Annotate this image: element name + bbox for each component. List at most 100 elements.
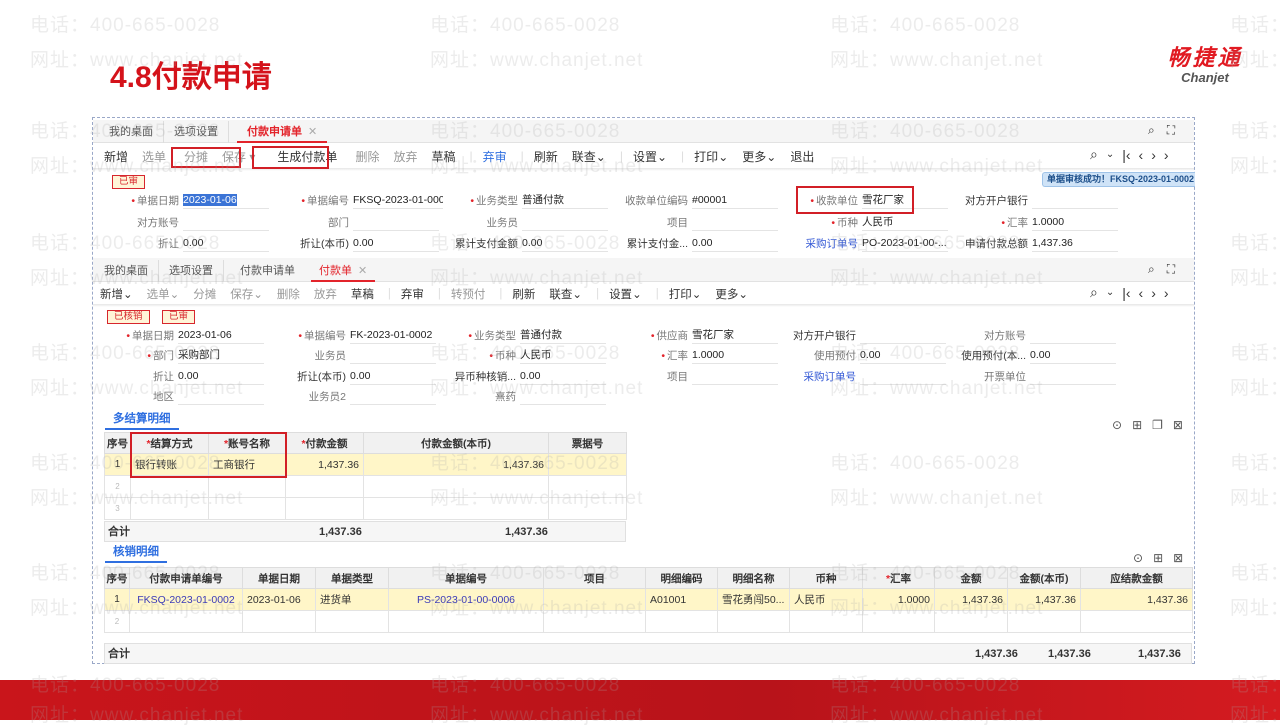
field-bank[interactable]: 对方开户银行 <box>760 325 946 345</box>
field-discount[interactable]: 折让 0.00 <box>83 233 269 253</box>
field-apply-total[interactable]: 申请付款总额 1,437.36 <box>932 233 1118 253</box>
cell[interactable] <box>363 475 549 498</box>
last-record-icon[interactable]: › <box>1164 285 1169 301</box>
field-project[interactable]: 项目 <box>592 212 778 232</box>
first-record-icon[interactable]: |‹ <box>1122 285 1130 301</box>
chevron-down-icon[interactable]: ⌄ <box>1106 287 1114 298</box>
cell-request-no[interactable] <box>129 610 243 633</box>
next-record-icon[interactable]: › <box>1151 285 1156 301</box>
copy-row-icon[interactable]: ❐ <box>1152 418 1163 432</box>
po-link[interactable]: 采购订单号 <box>760 369 860 384</box>
more-button[interactable]: 更多⌄ <box>742 148 776 165</box>
prev-record-icon[interactable]: ‹ <box>1139 285 1144 301</box>
cell[interactable] <box>548 497 627 520</box>
unaudit-button[interactable]: 弃审 <box>483 148 507 165</box>
cell[interactable] <box>285 475 364 498</box>
field-bank[interactable]: 对方开户银行 <box>932 190 1118 210</box>
field-dept[interactable]: • 部门 采购部门 <box>78 345 264 365</box>
tab-options[interactable]: 选项设置 <box>159 260 224 282</box>
field-code[interactable]: • 单据编号 FKSQ-2023-01-0002 <box>253 190 443 210</box>
table-row[interactable]: 1 FKSQ-2023-01-0002 2023-01-06 进货单 PS-2023-0… <box>104 588 1193 611</box>
field-drug[interactable]: 熹药 <box>420 386 606 406</box>
cell-doc-type[interactable]: 进货单 <box>315 588 389 611</box>
cell[interactable] <box>130 475 209 498</box>
field-rate[interactable]: • 汇率 1.0000 <box>592 345 778 365</box>
new-button[interactable]: 新增 <box>104 148 128 165</box>
field-po[interactable]: 采购订单号 <box>760 366 946 386</box>
field-biztype[interactable]: • 业务类型 普通付款 <box>420 325 606 345</box>
field-currency[interactable]: • 币种 人民币 <box>420 345 606 365</box>
bank-input[interactable] <box>1032 191 1118 209</box>
tab-desktop[interactable]: 我的桌面 <box>94 260 159 282</box>
cell-amount[interactable]: 1,437.36 <box>285 453 364 476</box>
field-project[interactable]: 项目 <box>592 366 778 386</box>
location-icon[interactable]: ⊙ <box>1133 551 1143 565</box>
field-staff2[interactable]: 业务员2 <box>250 386 436 406</box>
select-doc-button[interactable]: 选单 <box>142 148 166 165</box>
to-prepay-button[interactable]: 转预付 <box>451 286 486 302</box>
first-record-icon[interactable]: |‹ <box>1122 147 1130 163</box>
apply-total-input[interactable]: 1,437.36 <box>1032 234 1118 252</box>
close-icon[interactable]: ✕ <box>358 265 367 277</box>
field-supplier[interactable]: • 供应商 雪花厂家 <box>592 325 778 345</box>
discard-button[interactable]: 放弃 <box>393 148 417 165</box>
cell-request-no[interactable]: FKSQ-2023-01-0002 <box>129 588 243 611</box>
cell-rate[interactable] <box>862 610 935 633</box>
cell-settle-amount[interactable] <box>1080 610 1193 633</box>
cell-item-name[interactable] <box>717 610 790 633</box>
field-account[interactable]: 对方账号 <box>83 212 269 232</box>
allocate-button[interactable]: 分摊 <box>193 286 216 302</box>
field-invoice-unit[interactable]: 开票单位 <box>930 366 1116 386</box>
cell-project[interactable] <box>543 588 646 611</box>
cell[interactable] <box>363 497 549 520</box>
prev-record-icon[interactable]: ‹ <box>1139 147 1144 163</box>
cell[interactable] <box>208 475 286 498</box>
next-record-icon[interactable]: › <box>1151 147 1156 163</box>
add-row-icon[interactable]: ⊞ <box>1132 418 1142 432</box>
tab-payment-request[interactable]: 付款申请单 ✕ <box>237 121 328 143</box>
refresh-button[interactable]: 刷新 <box>512 286 535 302</box>
print-button[interactable]: 打印⌄ <box>694 148 728 165</box>
tab-options[interactable]: 选项设置 <box>164 121 229 143</box>
delete-button[interactable]: 删除 <box>355 148 379 165</box>
preview-icon[interactable]: ⌕ <box>1090 284 1098 301</box>
exit-button[interactable]: 退出 <box>790 148 814 165</box>
cell-rate[interactable]: 1.0000 <box>862 588 935 611</box>
link-query-button[interactable]: 联查⌄ <box>549 286 582 302</box>
field-staff[interactable]: 业务员 <box>422 212 608 232</box>
field-code[interactable]: • 单据编号 FK-2023-01-0002 <box>250 325 436 345</box>
field-dept[interactable]: 部门 <box>253 212 439 232</box>
field-discount-local[interactable]: 折让(本币) 0.00 <box>253 233 439 253</box>
cell-date[interactable]: 2023-01-06 <box>242 588 316 611</box>
new-button[interactable]: 新增⌄ <box>100 286 133 302</box>
search-icon[interactable]: ⌕ <box>1148 262 1155 277</box>
field-paid-total2[interactable]: 累计支付金... 0.00 <box>592 233 778 253</box>
column-settings-icon[interactable]: ⊠ <box>1173 551 1183 565</box>
fullscreen-icon[interactable]: ⛶ <box>1167 123 1175 138</box>
cell-amount[interactable] <box>934 610 1008 633</box>
print-button[interactable]: 打印⌄ <box>669 286 702 302</box>
cell-currency[interactable]: 人民币 <box>789 588 863 611</box>
cell-project[interactable] <box>543 610 646 633</box>
table-row[interactable]: 2 <box>104 475 627 498</box>
cell-item-code[interactable]: A01001 <box>645 588 718 611</box>
field-prepay[interactable]: 使用预付 0.00 <box>760 345 946 365</box>
field-fx-writeoff[interactable]: 异币种核销... 0.00 <box>420 366 606 386</box>
cell-doc-no[interactable]: PS-2023-01-00-0006 <box>388 588 544 611</box>
discard-button[interactable]: 放弃 <box>314 286 337 302</box>
field-account[interactable]: 对方账号 <box>930 325 1116 345</box>
field-payee-code[interactable]: 收款单位编码 #00001 <box>592 190 778 210</box>
tab-payment-request[interactable]: 付款申请单 <box>230 260 305 282</box>
field-date[interactable]: • 单据日期 2023-01-06 <box>83 190 269 210</box>
save-button[interactable]: 保存⌄ <box>230 286 263 302</box>
drug-input[interactable] <box>520 387 606 405</box>
rate-input[interactable]: 1.0000 <box>1032 213 1118 231</box>
field-paid-total[interactable]: 累计支付金额 0.00 <box>422 233 608 253</box>
cell-bill-no[interactable] <box>548 453 627 476</box>
search-icon[interactable]: ⌕ <box>1148 123 1155 138</box>
preview-icon[interactable]: ⌕ <box>1090 146 1098 163</box>
field-biztype[interactable]: • 业务类型 普通付款 <box>422 190 608 210</box>
column-settings-icon[interactable]: ⊠ <box>1173 418 1183 432</box>
cell-item-name[interactable]: 雪花勇闯50... <box>717 588 790 611</box>
unaudit-button[interactable]: 弃审 <box>401 286 424 302</box>
